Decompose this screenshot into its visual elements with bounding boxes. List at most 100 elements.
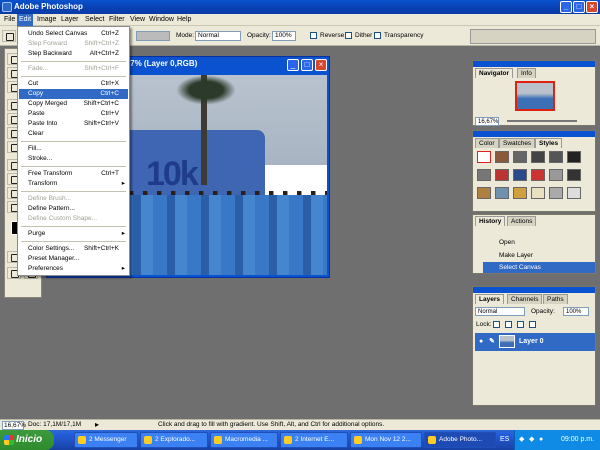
tab-color[interactable]: Color <box>475 138 499 148</box>
menu-item-cut[interactable]: Cut Ctrl+X <box>19 79 128 89</box>
style-swatch[interactable] <box>549 169 563 181</box>
doc-maximize-button[interactable]: □ <box>301 59 313 71</box>
tab-swatches[interactable]: Swatches <box>499 138 536 148</box>
style-none-swatch[interactable] <box>477 151 491 163</box>
style-swatch[interactable] <box>513 151 527 163</box>
palette-title-bar[interactable] <box>473 131 595 137</box>
style-swatch[interactable] <box>549 151 563 163</box>
dither-checkbox[interactable] <box>345 32 352 39</box>
menu-edit[interactable]: Edit <box>17 14 34 26</box>
menu-item-copy-merged[interactable]: Copy Merged Shift+Ctrl+C <box>19 99 128 109</box>
minimize-button[interactable]: _ <box>560 1 572 13</box>
lock-position-icon[interactable] <box>517 321 524 328</box>
tab-styles[interactable]: Styles <box>535 138 563 148</box>
menu-item-define-pattern[interactable]: Define Pattern... <box>19 204 128 214</box>
tab-history[interactable]: History <box>475 216 506 226</box>
menu-item-fill[interactable]: Fill... <box>19 144 128 154</box>
menu-item-clear[interactable]: Clear <box>19 129 128 139</box>
opacity-field[interactable]: 100% <box>272 31 296 41</box>
palette-well[interactable] <box>470 29 596 44</box>
gradient-type-buttons[interactable] <box>136 31 170 41</box>
history-item-select-canvas[interactable]: Select Canvas <box>483 262 595 273</box>
menu-item-purge[interactable]: Purge ▸ <box>19 229 128 239</box>
style-swatch[interactable] <box>495 151 509 163</box>
taskbar-item-messenger[interactable]: 2 Messenger <box>74 432 138 448</box>
lock-image-icon[interactable] <box>505 321 512 328</box>
clock[interactable]: 09:00 p.m. <box>561 430 594 450</box>
menu-item-transform[interactable]: Transform ▸ <box>19 179 128 189</box>
language-indicator[interactable]: ES <box>500 430 514 450</box>
style-swatch[interactable] <box>495 169 509 181</box>
palette-title-bar[interactable] <box>473 61 595 67</box>
maximize-button[interactable]: □ <box>573 1 585 13</box>
taskbar-item-firefox[interactable]: Mon Nov 12 2... <box>350 432 422 448</box>
taskbar-item-photoshop[interactable]: Adobe Photo... <box>424 432 496 448</box>
menu-file[interactable]: File <box>2 14 17 26</box>
tray-messenger-icon[interactable]: ● <box>539 430 543 450</box>
visibility-eye-icon[interactable]: ● <box>479 333 483 351</box>
menu-item-fade[interactable]: Fade... Shift+Ctrl+F <box>19 64 128 74</box>
navigator-zoom-field[interactable]: 16,67% <box>475 117 499 126</box>
tab-info[interactable]: Info <box>517 68 536 78</box>
menu-item-preset-manager[interactable]: Preset Manager... <box>19 254 128 264</box>
style-swatch[interactable] <box>531 187 545 199</box>
taskbar-item-macromedia[interactable]: Macromedia ... <box>210 432 278 448</box>
tab-actions[interactable]: Actions <box>507 216 537 226</box>
tab-layers[interactable]: Layers <box>475 294 504 304</box>
menu-image[interactable]: Image <box>35 14 58 26</box>
start-button[interactable]: Inicio <box>0 430 54 450</box>
menu-item-paste-into[interactable]: Paste Into Shift+Ctrl+V <box>19 119 128 129</box>
style-swatch[interactable] <box>531 169 545 181</box>
style-swatch[interactable] <box>513 169 527 181</box>
menu-window[interactable]: Window <box>147 14 176 26</box>
layer-row[interactable]: ● ✎ Layer 0 <box>475 333 595 351</box>
menu-item-paste[interactable]: Paste Ctrl+V <box>19 109 128 119</box>
menu-view[interactable]: View <box>128 14 147 26</box>
style-swatch[interactable] <box>567 151 581 163</box>
blend-mode-select[interactable]: Normal <box>475 307 525 316</box>
style-swatch[interactable] <box>549 187 563 199</box>
navigator-zoom-slider[interactable] <box>507 120 577 122</box>
taskbar-item-internet-explorer[interactable]: 2 Internet E... <box>280 432 348 448</box>
menu-item-stroke[interactable]: Stroke... <box>19 154 128 164</box>
menu-item-step-forward[interactable]: Step Forward Shift+Ctrl+Z <box>19 39 128 49</box>
tab-paths[interactable]: Paths <box>543 294 568 304</box>
reverse-checkbox[interactable] <box>310 32 317 39</box>
menu-select[interactable]: Select <box>83 14 106 26</box>
style-swatch[interactable] <box>477 169 491 181</box>
menu-item-preferences[interactable]: Preferences ▸ <box>19 264 128 274</box>
doc-close-button[interactable]: × <box>315 59 327 71</box>
taskbar-item-explorer[interactable]: 2 Explorado... <box>140 432 208 448</box>
menu-item-define-custom-shape[interactable]: Define Custom Shape... <box>19 214 128 224</box>
style-swatch[interactable] <box>477 187 491 199</box>
lock-all-icon[interactable] <box>529 321 536 328</box>
menu-layer[interactable]: Layer <box>59 14 81 26</box>
lock-transparency-icon[interactable] <box>493 321 500 328</box>
history-item-make-layer[interactable]: Make Layer <box>483 250 595 261</box>
menu-item-copy[interactable]: Copy Ctrl+C <box>19 89 128 99</box>
tray-network-icon[interactable]: ◆ <box>529 430 534 450</box>
close-button[interactable]: × <box>586 1 598 13</box>
layer-opacity-field[interactable]: 100% <box>563 307 589 316</box>
menu-item-undo[interactable]: Undo Select Canvas Ctrl+Z <box>19 29 128 39</box>
navigator-thumbnail[interactable] <box>515 81 555 111</box>
tab-channels[interactable]: Channels <box>507 294 543 304</box>
menu-help[interactable]: Help <box>175 14 193 26</box>
menu-item-free-transform[interactable]: Free Transform Ctrl+T <box>19 169 128 179</box>
brush-link-icon[interactable]: ✎ <box>489 333 495 351</box>
tray-speaker-icon[interactable]: ◆ <box>519 430 524 450</box>
menu-filter[interactable]: Filter <box>107 14 127 26</box>
palette-title-bar[interactable] <box>473 287 595 293</box>
gradient-tool-preset-icon[interactable] <box>2 30 16 42</box>
menu-item-define-brush[interactable]: Define Brush... <box>19 194 128 204</box>
transparency-checkbox[interactable] <box>374 32 381 39</box>
doc-minimize-button[interactable]: _ <box>287 59 299 71</box>
menu-item-step-backward[interactable]: Step Backward Alt+Ctrl+Z <box>19 49 128 59</box>
menu-item-color-settings[interactable]: Color Settings... Shift+Ctrl+K <box>19 244 128 254</box>
style-swatch[interactable] <box>531 151 545 163</box>
style-swatch[interactable] <box>495 187 509 199</box>
status-menu-arrow-icon[interactable]: ▸ <box>95 420 99 430</box>
history-item-open[interactable]: Open <box>483 237 595 248</box>
style-swatch[interactable] <box>513 187 527 199</box>
status-zoom-field[interactable]: 16,67% <box>2 421 26 430</box>
